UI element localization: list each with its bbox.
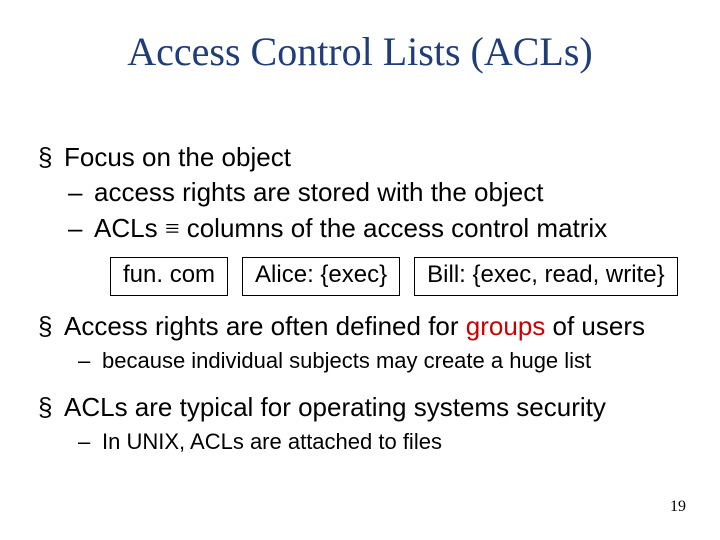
bullet-3a-text: In UNIX, ACLs are attached to files [102,428,442,456]
bullet-2a-text: because individual subjects may create a… [102,347,591,375]
dash-bullet-icon: – [68,176,94,209]
bullet-2-text: Access rights are often defined for grou… [64,310,645,343]
acl-cell-object: fun. com [110,257,228,296]
bullet-2-pre: Access rights are often defined for [64,311,466,341]
square-bullet-icon: § [38,310,64,343]
bullet-3: § ACLs are typical for operating systems… [38,391,690,424]
acl-cell-bill: Bill: {exec, read, write} [414,257,677,296]
bullet-3-text: ACLs are typical for operating systems s… [64,391,606,424]
bullet-1a-text: access rights are stored with the object [94,176,543,209]
bullet-2-red: groups [466,311,546,341]
bullet-1b-post: columns of the access control matrix [179,213,607,243]
dash-bullet-icon: – [78,347,102,375]
bullet-2: § Access rights are often defined for gr… [38,310,690,343]
bullet-2-post: of users [545,311,645,341]
acl-example-row: fun. com Alice: {exec} Bill: {exec, read… [110,257,690,296]
dash-bullet-icon: – [68,212,94,245]
slide: Access Control Lists (ACLs) § Focus on t… [0,0,720,540]
slide-title: Access Control Lists (ACLs) [0,28,720,75]
square-bullet-icon: § [38,141,64,174]
bullet-1b-text: ACLs ≡ columns of the access control mat… [94,212,607,245]
bullet-2a: – because individual subjects may create… [78,347,690,375]
bullet-1a: – access rights are stored with the obje… [68,176,690,209]
acl-cell-alice: Alice: {exec} [242,257,400,296]
bullet-1: § Focus on the object [38,141,690,174]
identity-symbol-icon: ≡ [165,214,180,243]
bullet-3a: – In UNIX, ACLs are attached to files [78,428,690,456]
bullet-1b-pre: ACLs [94,213,165,243]
page-number: 19 [670,498,686,516]
dash-bullet-icon: – [78,428,102,456]
bullet-1b: – ACLs ≡ columns of the access control m… [68,212,690,245]
bullet-1-text: Focus on the object [64,141,291,174]
square-bullet-icon: § [38,391,64,424]
slide-body: § Focus on the object – access rights ar… [38,135,690,456]
